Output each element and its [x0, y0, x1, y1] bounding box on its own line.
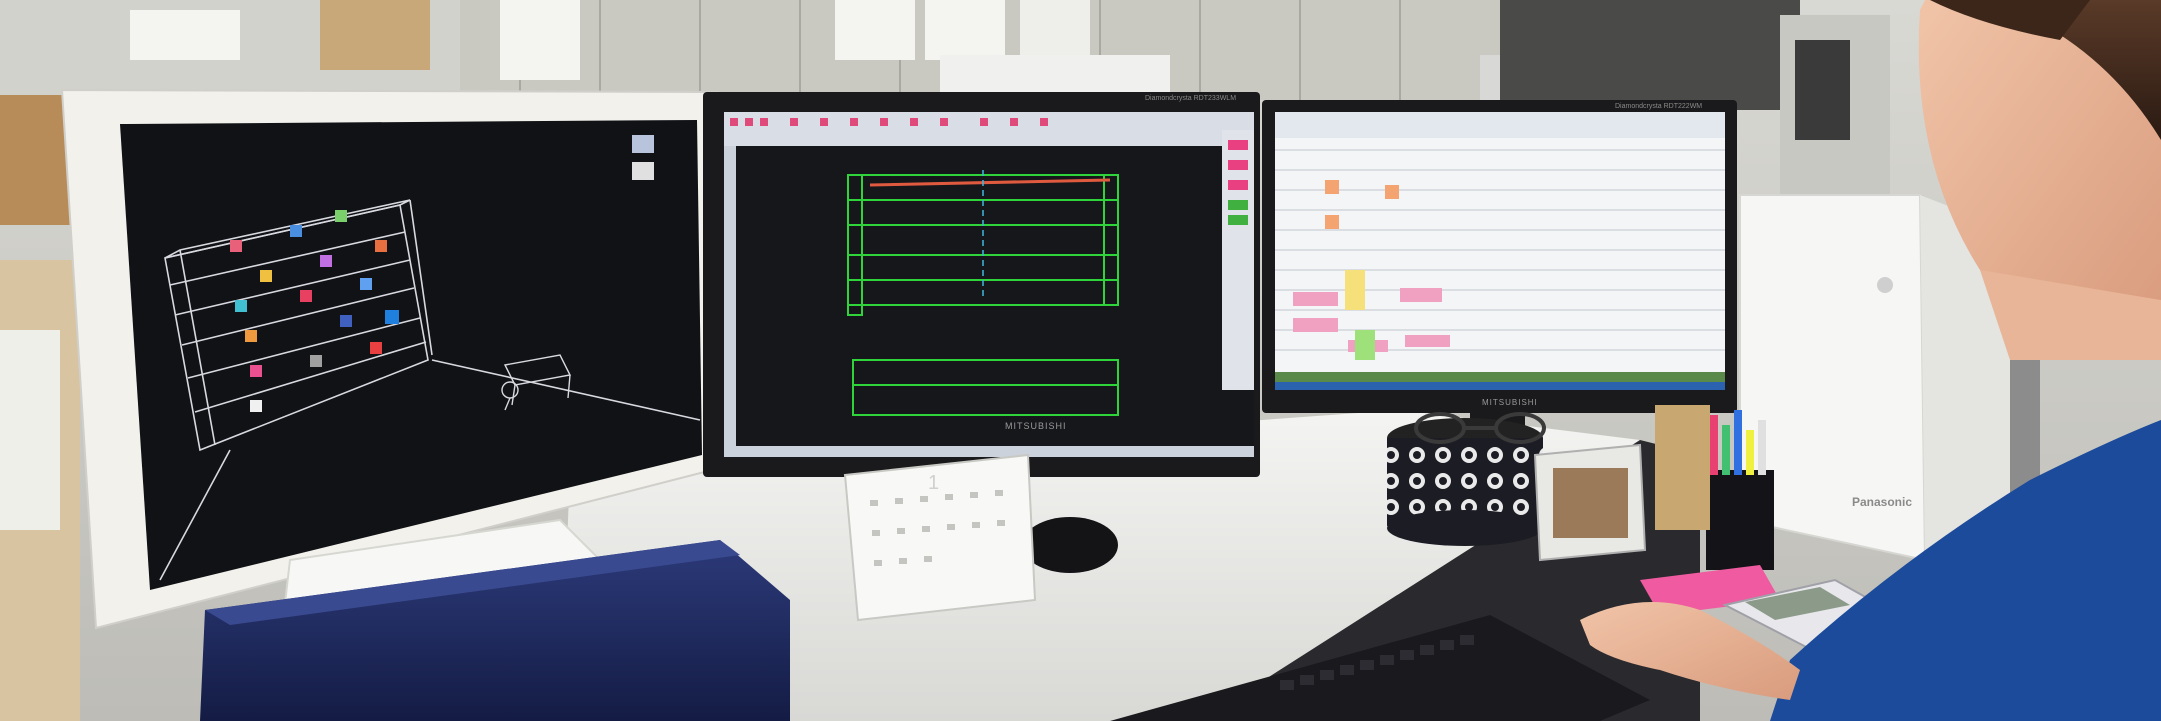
photo-scene — [0, 0, 2161, 721]
panasonic-logo: Panasonic — [1852, 495, 1913, 509]
spreadsheet-screen — [1275, 112, 1725, 390]
desk-calendar — [843, 453, 1037, 622]
wooden-shelf — [0, 95, 70, 225]
wall-calendar — [925, 0, 1005, 60]
center-monitor-brand: MITSUBISHI — [1005, 421, 1067, 431]
office-workstation-photo: MITSUBISHI Diamondcrysta RDT233WLM MITSU… — [0, 0, 2161, 721]
desktop-icon-2 — [632, 162, 654, 180]
wall-paper — [1020, 0, 1090, 55]
doorway — [1500, 0, 1800, 110]
wall-calendar — [835, 0, 915, 60]
calendar-month: 1 — [928, 472, 940, 494]
right-monitor-brand: MITSUBISHI — [1482, 398, 1538, 407]
small-frame — [1655, 405, 1710, 530]
right-monitor — [1262, 100, 1737, 443]
right-monitor-model: Diamondcrysta RDT222WM — [1615, 103, 1703, 110]
center-monitor-model: Diamondcrysta RDT233WLM — [1145, 95, 1237, 102]
wall-calendar — [500, 0, 580, 80]
cad-left-toolbar — [724, 146, 736, 446]
cad-toolbar — [724, 112, 1254, 146]
desktop-icon-1 — [632, 135, 654, 153]
pen-holder — [1706, 470, 1774, 570]
center-monitor-base — [1022, 517, 1118, 573]
spreadsheet-ribbon — [1275, 112, 1725, 138]
cad-screen — [724, 112, 1254, 457]
